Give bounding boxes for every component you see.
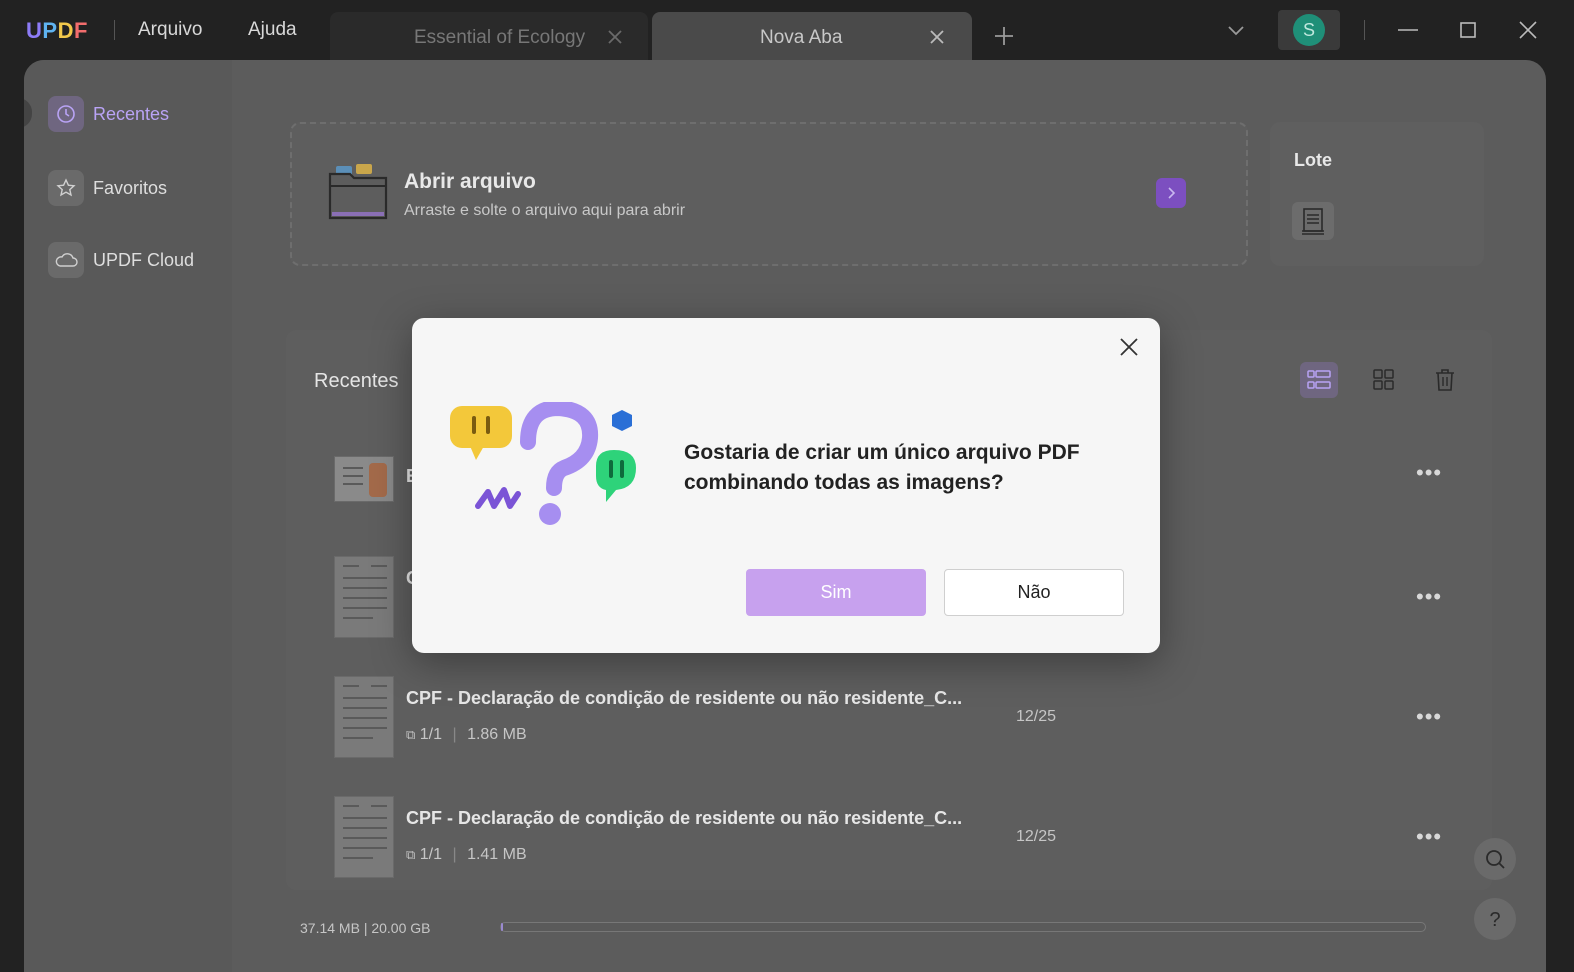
file-pages: 1/1 (419, 726, 442, 743)
active-indicator (24, 98, 32, 128)
file-thumbnail (334, 556, 394, 638)
file-pages: 1/1 (419, 846, 442, 863)
title-separator (1364, 20, 1365, 40)
file-thumbnail (334, 676, 394, 758)
file-size: 1.86 MB (467, 726, 527, 743)
chevron-down-icon[interactable] (1222, 16, 1250, 44)
title-separator (114, 20, 115, 40)
grid-view-icon (1373, 369, 1394, 390)
close-icon[interactable] (600, 22, 630, 52)
close-icon[interactable] (922, 22, 952, 52)
batch-card: Lote (1270, 122, 1484, 266)
file-name: CPF - Declaração de condição de resident… (406, 688, 963, 708)
storage-bar-fill (501, 923, 503, 931)
more-options-icon[interactable]: ••• (1416, 824, 1442, 850)
batch-title: Lote (1294, 150, 1332, 170)
file-row[interactable]: CPF - Declaração de condição de resident… (334, 796, 1444, 880)
delete-button[interactable] (1426, 362, 1464, 398)
file-size: 1.41 MB (467, 846, 527, 863)
storage-usage-text: 37.14 MB | 20.00 GB (300, 920, 431, 936)
list-view-icon (1307, 370, 1331, 389)
clock-icon (48, 96, 84, 132)
tab-label: Nova Aba (760, 27, 843, 48)
minimize-icon[interactable] (1392, 14, 1424, 46)
search-icon (1486, 850, 1505, 869)
menu-arquivo[interactable]: Arquivo (138, 19, 202, 41)
window-close-icon[interactable] (1512, 14, 1544, 46)
plus-icon[interactable] (990, 22, 1018, 50)
file-date: 12/25 (1016, 708, 1057, 725)
tab-essential-of-ecology[interactable]: Essential of Ecology (330, 12, 648, 62)
storage-bar (500, 922, 1426, 932)
file-name: CPF - Declaração de condição de resident… (406, 808, 963, 828)
file-thumbnail (334, 796, 394, 878)
chevron-right-icon (1168, 187, 1176, 199)
pages-icon: ⧉ (406, 847, 416, 862)
recents-heading: Recentes (314, 370, 399, 392)
trash-icon (1436, 369, 1454, 391)
tab-nova-aba[interactable]: Nova Aba (652, 12, 972, 62)
close-icon[interactable] (1116, 334, 1142, 360)
sidebar-item-label: UPDF Cloud (93, 250, 195, 270)
batch-button[interactable] (1292, 202, 1334, 240)
meta-separator: | (452, 726, 457, 743)
file-thumbnail (334, 456, 394, 502)
help-button[interactable]: ? (1474, 898, 1516, 940)
question-illustration-icon (450, 402, 636, 525)
star-icon (48, 170, 84, 206)
document-stack-icon (1302, 208, 1324, 235)
combine-pdf-dialog: Gostaria de criar um único arquivo PDF c… (412, 318, 1160, 653)
help-icon: ? (1489, 909, 1500, 931)
file-date: 12/25 (1016, 828, 1057, 845)
open-file-dropzone[interactable]: Abrir arquivo Arraste e solte o arquivo … (290, 122, 1248, 266)
folder-icon (328, 164, 388, 220)
open-file-subtitle: Arraste e solte o arquivo aqui para abri… (404, 202, 686, 219)
sidebar-item-recentes[interactable]: Recentes (48, 96, 218, 132)
meta-separator: | (452, 846, 457, 863)
menu-ajuda[interactable]: Ajuda (248, 19, 297, 41)
user-menu[interactable]: S (1278, 10, 1340, 50)
sidebar: Recentes Favoritos UPDF Cloud (24, 60, 232, 972)
sidebar-item-favoritos[interactable]: Favoritos (48, 170, 218, 206)
no-button[interactable]: Não (944, 569, 1124, 616)
more-options-icon[interactable]: ••• (1416, 584, 1442, 610)
file-row[interactable]: CPF - Declaração de condição de resident… (334, 676, 1444, 760)
more-options-icon[interactable]: ••• (1416, 704, 1442, 730)
sidebar-item-label: Favoritos (93, 178, 168, 198)
search-button[interactable] (1474, 838, 1516, 880)
sidebar-item-label: Recentes (93, 104, 170, 124)
open-file-title: Abrir arquivo (404, 170, 536, 193)
cloud-icon (48, 242, 84, 278)
pages-icon: ⧉ (406, 727, 416, 742)
updf-logo: UPDF (26, 18, 88, 43)
file-meta: ⧉ 1/1 | 1.86 MB (406, 726, 527, 744)
grid-view-button[interactable] (1364, 362, 1402, 398)
more-options-icon[interactable]: ••• (1416, 460, 1442, 486)
maximize-icon[interactable] (1452, 14, 1484, 46)
list-view-button[interactable] (1300, 362, 1338, 398)
svg-text:?: ? (1489, 909, 1500, 931)
avatar: S (1293, 14, 1325, 46)
file-meta: ⧉ 1/1 | 1.41 MB (406, 846, 527, 864)
sidebar-item-updf-cloud[interactable]: UPDF Cloud (48, 242, 218, 278)
dialog-message: Gostaria de criar um único arquivo PDF c… (684, 441, 1080, 494)
yes-button[interactable]: Sim (746, 569, 926, 616)
title-bar: UPDF Arquivo Ajuda Essential of Ecology … (0, 0, 1574, 62)
tab-label: Essential of Ecology (414, 27, 586, 48)
open-file-button[interactable] (1156, 178, 1186, 208)
